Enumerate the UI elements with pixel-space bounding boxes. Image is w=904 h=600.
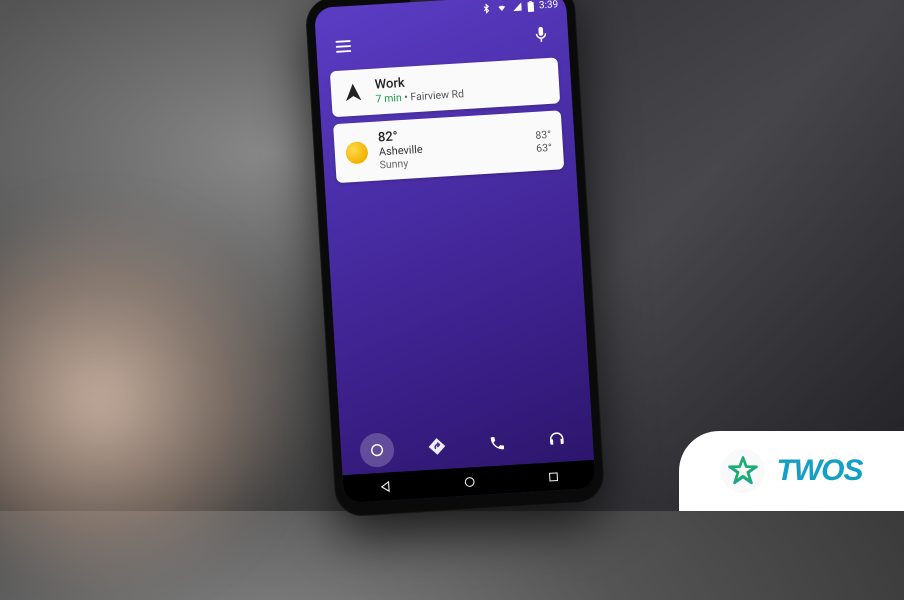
navigation-eta: 7 min	[375, 91, 402, 106]
weather-high-low: 83° 63°	[535, 127, 552, 154]
hand-holding-phone	[0, 200, 300, 600]
navigation-route: Fairview Rd	[410, 87, 464, 103]
twos-watermark: TWOS	[679, 431, 904, 511]
nav-home-button[interactable]	[359, 432, 395, 468]
navigation-card-text: Work 7 min • Fairview Rd	[374, 67, 548, 106]
back-button[interactable]	[365, 472, 407, 502]
nav-maps-button[interactable]	[419, 428, 455, 464]
navigation-card[interactable]: Work 7 min • Fairview Rd	[330, 57, 560, 117]
nav-music-button[interactable]	[539, 421, 575, 457]
weather-left: 82° Asheville Sunny	[345, 128, 424, 174]
home-button[interactable]	[448, 466, 490, 496]
voice-search-button[interactable]	[527, 21, 555, 49]
weather-condition: Sunny	[379, 156, 424, 172]
twos-watermark-text: TWOS	[777, 454, 863, 488]
smartphone-device: 3:39 Work 7 min • Fairview Rd	[304, 0, 605, 518]
content-spacer	[325, 172, 592, 433]
navigation-arrow-icon	[342, 81, 365, 104]
weather-main: 82° Asheville Sunny	[378, 128, 424, 172]
wifi-icon	[496, 2, 508, 13]
cards-container: Work 7 min • Fairview Rd 82° Asheville S…	[318, 53, 577, 188]
phone-screen: 3:39 Work 7 min • Fairview Rd	[314, 0, 596, 503]
twos-logo-icon	[721, 449, 765, 493]
signal-icon	[512, 1, 523, 12]
bluetooth-icon	[481, 3, 492, 14]
weather-high: 83°	[535, 127, 551, 141]
weather-low: 63°	[536, 140, 552, 154]
weather-card[interactable]: 82° Asheville Sunny 83° 63°	[333, 110, 564, 183]
recents-button[interactable]	[532, 461, 574, 491]
battery-icon	[527, 0, 535, 11]
status-time: 3:39	[539, 0, 559, 11]
menu-button[interactable]	[330, 33, 358, 61]
sun-icon	[345, 141, 368, 164]
nav-phone-button[interactable]	[479, 425, 515, 461]
